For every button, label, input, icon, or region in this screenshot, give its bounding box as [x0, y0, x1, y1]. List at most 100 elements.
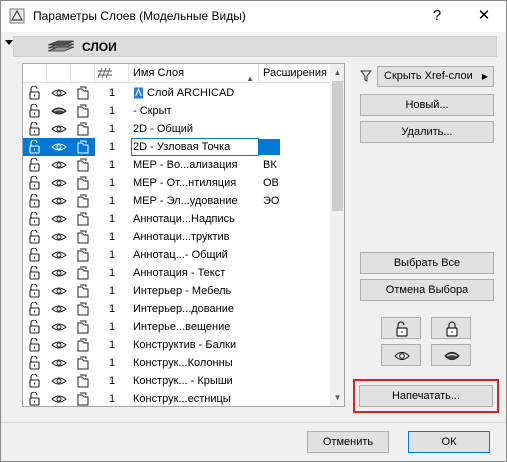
eye-open-icon[interactable]	[51, 284, 67, 298]
intersection-number[interactable]: 1	[109, 228, 127, 246]
layer-name[interactable]: Интерьер - Мебель	[133, 282, 257, 300]
show-all-button[interactable]	[381, 344, 421, 366]
layer-name[interactable]: Слой ARCHICAD	[147, 84, 259, 102]
collapse-arrow-icon[interactable]	[5, 40, 13, 45]
layer-name[interactable]: МЕР - Эл...удование	[133, 192, 257, 210]
eye-open-icon[interactable]	[51, 266, 67, 280]
layer-extension[interactable]	[263, 264, 327, 282]
intersection-number[interactable]: 1	[109, 318, 127, 336]
layer-row[interactable]: 1 Интерьер - Мебель	[23, 282, 330, 300]
layer-name[interactable]: Аннотаци...труктив	[133, 228, 257, 246]
layer-name[interactable]: Аннотаци...Надпись	[133, 210, 257, 228]
intersection-number[interactable]: 1	[109, 246, 127, 264]
layer-row[interactable]: 1 Аннотац...- Общий	[23, 246, 330, 264]
list-scrollbar[interactable]: ▲ ▼	[330, 64, 344, 406]
unlock-icon[interactable]	[27, 122, 43, 136]
help-button[interactable]: ?	[426, 6, 448, 26]
solid-mode-icon[interactable]	[75, 194, 91, 208]
close-button[interactable]: ✕	[473, 6, 495, 26]
layer-row[interactable]: 1 МЕР - Во...ализация ВК	[23, 156, 330, 174]
select-all-button[interactable]: Выбрать Все	[360, 252, 494, 274]
solid-mode-icon[interactable]	[75, 122, 91, 136]
layer-row[interactable]: 1 2D - Узловая Точка	[23, 138, 330, 156]
solid-mode-icon[interactable]	[75, 266, 91, 280]
layers-list[interactable]: Имя Слоя ▲ Расширения 1 Слой ARCHICAD 1 - С…	[22, 63, 345, 407]
layer-name[interactable]: Конструк...Колонны	[133, 354, 257, 372]
unlock-icon[interactable]	[27, 392, 43, 406]
layer-extension[interactable]	[263, 390, 327, 406]
intersection-number[interactable]: 1	[109, 210, 127, 228]
layer-row[interactable]: 1 Интерье...вещение	[23, 318, 330, 336]
eye-open-icon[interactable]	[51, 176, 67, 190]
layer-extension[interactable]: ВК	[263, 156, 327, 174]
layer-name[interactable]: Конструк...естницы	[133, 390, 257, 406]
layer-extension[interactable]	[263, 336, 327, 354]
hide-all-button[interactable]	[431, 344, 471, 366]
unlock-icon[interactable]	[27, 374, 43, 388]
layer-row[interactable]: 1 Аннотаци...труктив	[23, 228, 330, 246]
eye-closed-icon[interactable]	[51, 104, 67, 118]
layer-row[interactable]: 1 МЕР - От...нтиляция ОВ	[23, 174, 330, 192]
header-lock[interactable]	[23, 64, 47, 83]
unlock-icon[interactable]	[27, 248, 43, 262]
layer-name[interactable]: Аннотация - Текст	[133, 264, 257, 282]
layer-extension[interactable]: ЭО	[263, 192, 327, 210]
solid-mode-icon[interactable]	[75, 320, 91, 334]
eye-open-icon[interactable]	[51, 212, 67, 226]
eye-open-icon[interactable]	[51, 86, 67, 100]
ok-button[interactable]: ОК	[408, 431, 490, 453]
intersection-number[interactable]: 1	[109, 336, 127, 354]
intersection-number[interactable]: 1	[109, 102, 127, 120]
solid-mode-icon[interactable]	[75, 86, 91, 100]
solid-mode-icon[interactable]	[75, 176, 91, 190]
scroll-up-icon[interactable]: ▲	[330, 64, 344, 81]
layer-name[interactable]: Интерьер...дование	[133, 300, 257, 318]
layer-name[interactable]: МЕР - Во...ализация	[133, 156, 257, 174]
layer-name[interactable]: Конструк... - Крыши	[133, 372, 257, 390]
intersection-number[interactable]: 1	[109, 264, 127, 282]
cancel-button[interactable]: Отменить	[307, 431, 389, 453]
intersection-number[interactable]: 1	[109, 156, 127, 174]
layer-name[interactable]: Интерье...вещение	[133, 318, 257, 336]
intersection-number[interactable]: 1	[109, 138, 127, 156]
layer-extension[interactable]	[263, 354, 327, 372]
layer-name[interactable]: Конструктив - Балки	[133, 336, 257, 354]
header-intersection[interactable]	[95, 64, 129, 83]
eye-open-icon[interactable]	[51, 356, 67, 370]
intersection-number[interactable]: 1	[109, 120, 127, 138]
eye-open-icon[interactable]	[51, 158, 67, 172]
unlock-icon[interactable]	[27, 194, 43, 208]
layer-extension[interactable]	[263, 246, 327, 264]
layer-extension[interactable]	[263, 300, 327, 318]
unlock-icon[interactable]	[27, 266, 43, 280]
unlock-icon[interactable]	[27, 302, 43, 316]
eye-open-icon[interactable]	[51, 374, 67, 388]
layer-extension[interactable]	[263, 84, 327, 102]
header-layer-name[interactable]: Имя Слоя ▲	[129, 64, 259, 83]
layer-name[interactable]: 2D - Общий	[133, 120, 257, 138]
eye-open-icon[interactable]	[51, 230, 67, 244]
unlock-icon[interactable]	[27, 338, 43, 352]
intersection-number[interactable]: 1	[109, 282, 127, 300]
eye-open-icon[interactable]	[51, 248, 67, 262]
hide-xref-layers-button[interactable]: Скрыть Xref-слои ▶	[377, 66, 494, 87]
header-visibility[interactable]	[47, 64, 71, 83]
intersection-number[interactable]: 1	[109, 372, 127, 390]
layer-row[interactable]: 1 Интерьер...дование	[23, 300, 330, 318]
layer-row[interactable]: 1 Конструк...естницы	[23, 390, 330, 406]
layer-row[interactable]: 1 Конструк...Колонны	[23, 354, 330, 372]
layer-row[interactable]: 1 2D - Общий	[23, 120, 330, 138]
eye-open-icon[interactable]	[51, 194, 67, 208]
new-layer-button[interactable]: Новый...	[360, 94, 494, 116]
layer-extension[interactable]	[263, 372, 327, 390]
unlock-icon[interactable]	[27, 176, 43, 190]
solid-mode-icon[interactable]	[75, 392, 91, 406]
solid-mode-icon[interactable]	[75, 230, 91, 244]
lock-all-button[interactable]	[431, 317, 471, 339]
layer-row[interactable]: 1 Конструктив - Балки	[23, 336, 330, 354]
scroll-down-icon[interactable]: ▼	[330, 389, 344, 406]
layer-row[interactable]: 1 Конструк... - Крыши	[23, 372, 330, 390]
layer-extension[interactable]	[263, 282, 327, 300]
unlock-icon[interactable]	[27, 230, 43, 244]
scroll-thumb[interactable]	[332, 81, 343, 211]
